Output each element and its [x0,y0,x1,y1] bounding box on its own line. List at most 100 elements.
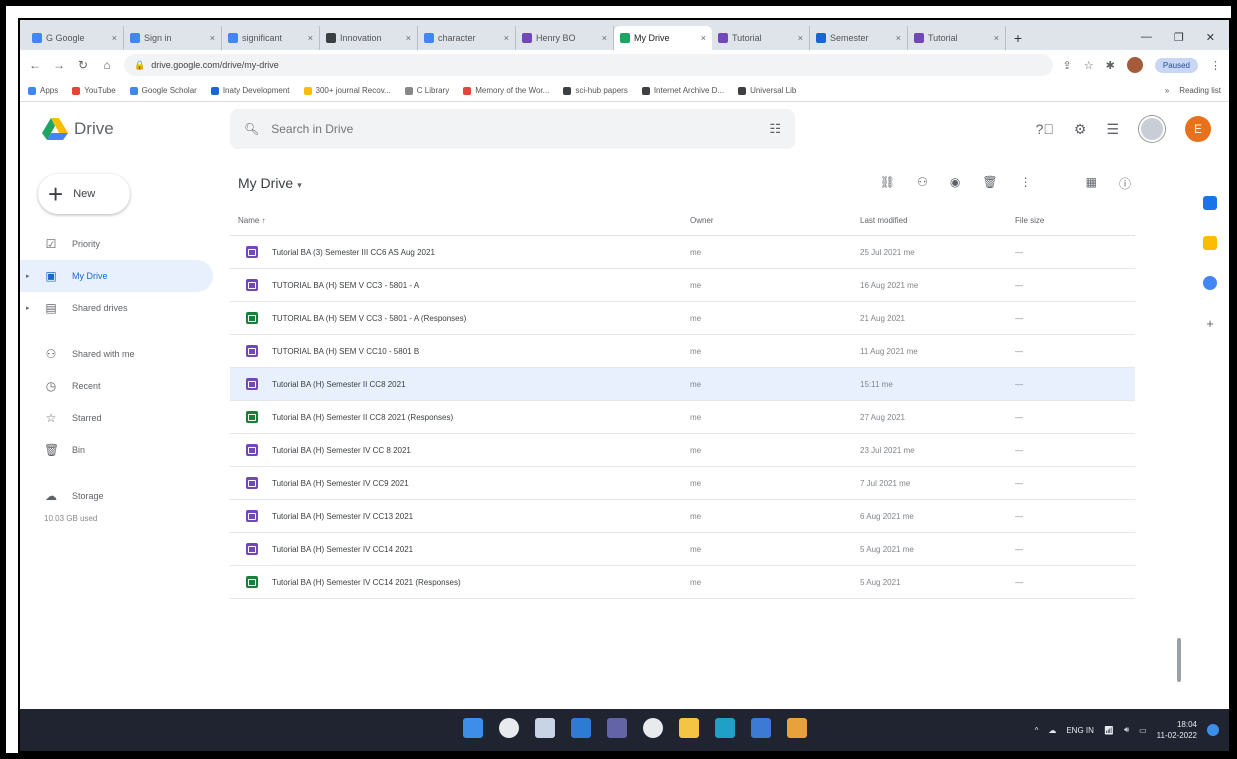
sidebar-item-shared-drives[interactable]: ▸ ▤ Shared drives [20,292,213,324]
workspace-avatar[interactable] [1139,116,1165,142]
tray-overflow-icon[interactable]: ^ [1035,726,1039,735]
minimize-icon[interactable]: — [1141,31,1152,44]
close-tab-icon[interactable]: × [112,33,117,43]
column-last-modified[interactable]: Last modified [860,216,1015,225]
sidebar-item-my-drive[interactable]: ▸ ▣ My Drive [20,260,213,292]
browser-tab[interactable]: Tutorial × [712,26,810,50]
chat-icon[interactable] [607,718,627,738]
browser-menu-icon[interactable]: ⋮ [1210,59,1221,72]
chrome-icon[interactable] [643,718,663,738]
bookmark-item[interactable]: Internet Archive D... [641,86,724,95]
photos-icon[interactable] [787,718,807,738]
back-icon[interactable]: ← [28,58,42,72]
widgets-icon[interactable] [571,718,591,738]
share-icon[interactable]: ⇪ [1063,59,1072,72]
column-name[interactable]: Name ↑ [230,216,690,225]
close-tab-icon[interactable]: × [504,33,509,43]
file-row[interactable]: Tutorial BA (3) Semester III CC6 AS Aug … [230,236,1135,269]
volume-icon[interactable]: 🔊︎ [1124,725,1129,735]
close-tab-icon[interactable]: × [701,33,706,43]
browser-tab[interactable]: character × [418,26,516,50]
expand-caret-icon[interactable]: ▸ [26,304,30,312]
sidebar-item-priority[interactable]: ☑ Priority [20,228,213,260]
help-icon[interactable]: ?⃝ [1036,121,1054,137]
close-tab-icon[interactable]: × [210,33,215,43]
clock[interactable]: 18:04 11-02-2022 [1157,719,1197,741]
bookmark-item[interactable]: YouTube [72,86,116,95]
close-tab-icon[interactable]: × [602,33,607,43]
details-info-icon[interactable]: ⓘ [1119,175,1131,192]
new-button[interactable]: + New [38,174,130,214]
profile-avatar[interactable] [1126,57,1143,73]
browser-tab[interactable]: My Drive × [614,26,712,50]
start-icon[interactable] [463,718,483,738]
preview-icon[interactable]: ◉ [950,175,960,192]
browser-tab[interactable]: Innovation × [320,26,418,50]
file-row[interactable]: Tutorial BA (H) Semester II CC8 2021 me 15… [230,368,1135,401]
browser-tab[interactable]: Tutorial × [908,26,1006,50]
reading-list[interactable]: Reading list [1179,86,1221,95]
expand-caret-icon[interactable]: ▸ [26,272,30,280]
battery-icon[interactable]: ▭ [1139,726,1147,735]
reload-icon[interactable]: ↻ [76,58,90,72]
search-input[interactable] [271,122,758,136]
user-avatar[interactable]: E [1185,116,1211,142]
bookmark-item[interactable]: 300+ journal Recov... [303,86,391,95]
new-tab-button[interactable]: + [1006,26,1030,50]
close-window-icon[interactable]: ✕ [1206,31,1215,44]
file-row[interactable]: Tutorial BA (H) Semester IV CC 8 2021 me 2… [230,434,1135,467]
edge-icon[interactable] [715,718,735,738]
grid-view-icon[interactable]: ▦ [1086,175,1097,192]
file-row[interactable]: Tutorial BA (H) Semester IV CC14 2021 (R… [230,566,1135,599]
home-icon[interactable]: ⌂ [100,58,114,72]
file-explorer-icon[interactable] [679,718,699,738]
search-icon[interactable] [499,718,519,738]
tasks-icon[interactable] [1203,276,1217,290]
delete-icon[interactable]: 🗑 [982,175,997,192]
file-row[interactable]: TUTORIAL BA (H) SEM V CC10 - 5801 B me 11 … [230,335,1135,368]
file-row[interactable]: Tutorial BA (H) Semester IV CC13 2021 me 6… [230,500,1135,533]
sort-arrow-icon[interactable]: ↑ [262,216,266,225]
notification-icon[interactable] [1207,724,1219,736]
profile-status-badge[interactable]: Paused [1154,57,1198,73]
close-tab-icon[interactable]: × [308,33,313,43]
bookmark-item[interactable]: sci-hub papers [563,86,628,95]
extensions-icon[interactable]: ✱ [1106,59,1115,72]
sidebar-item-recent[interactable]: ◷ Recent [20,370,213,402]
forward-icon[interactable]: → [52,58,66,72]
scrollbar[interactable] [1177,638,1181,682]
share-user-icon[interactable]: ⚇ [917,175,928,192]
file-row[interactable]: Tutorial BA (H) Semester II CC8 2021 (Re… [230,401,1135,434]
settings-gear-icon[interactable]: ⚙ [1074,121,1087,138]
browser-tab[interactable]: G Google × [26,26,124,50]
star-bookmark-icon[interactable]: ☆ [1084,59,1094,72]
get-link-icon[interactable]: ⛓ [880,175,895,192]
sidebar-item-storage[interactable]: ☁ Storage [20,480,213,512]
browser-tab[interactable]: significant × [222,26,320,50]
language-indicator[interactable]: ENG IN [1066,726,1094,735]
search-options-icon[interactable]: ☷ [769,121,781,137]
bookmark-item[interactable]: Google Scholar [129,86,197,95]
more-actions-icon[interactable]: ⋮ [1020,175,1032,192]
google-apps-icon[interactable]: ☰ [1106,121,1119,138]
bookmark-item[interactable]: Memory of the Wor... [463,86,549,95]
file-row[interactable]: TUTORIAL BA (H) SEM V CC3 - 5801 - A (Re… [230,302,1135,335]
more-bookmarks-icon[interactable]: » [1165,86,1169,95]
bookmark-item[interactable]: Inaty Development [210,86,290,95]
browser-tab[interactable]: Henry BO × [516,26,614,50]
bookmark-item[interactable]: Apps [28,86,58,95]
file-row[interactable]: Tutorial BA (H) Semester IV CC9 2021 me 7 … [230,467,1135,500]
maximize-icon[interactable]: ❐ [1174,31,1184,44]
file-row[interactable]: TUTORIAL BA (H) SEM V CC3 - 5801 - A me 16… [230,269,1135,302]
bookmark-item[interactable]: C Library [404,86,449,95]
browser-tab[interactable]: Semester × [810,26,908,50]
drive-logo[interactable]: Drive [20,118,230,140]
sidebar-item-bin[interactable]: 🗑 Bin [20,434,213,466]
wifi-icon[interactable]: 📶︎ [1104,726,1114,735]
calendar-icon[interactable] [1203,196,1217,210]
bookmark-item[interactable]: Universal Lib [738,86,796,95]
weather-icon[interactable]: ☁ [1048,726,1056,735]
close-tab-icon[interactable]: × [896,33,901,43]
get-addons-icon[interactable]: + [1206,316,1214,331]
task-view-icon[interactable] [535,718,555,738]
